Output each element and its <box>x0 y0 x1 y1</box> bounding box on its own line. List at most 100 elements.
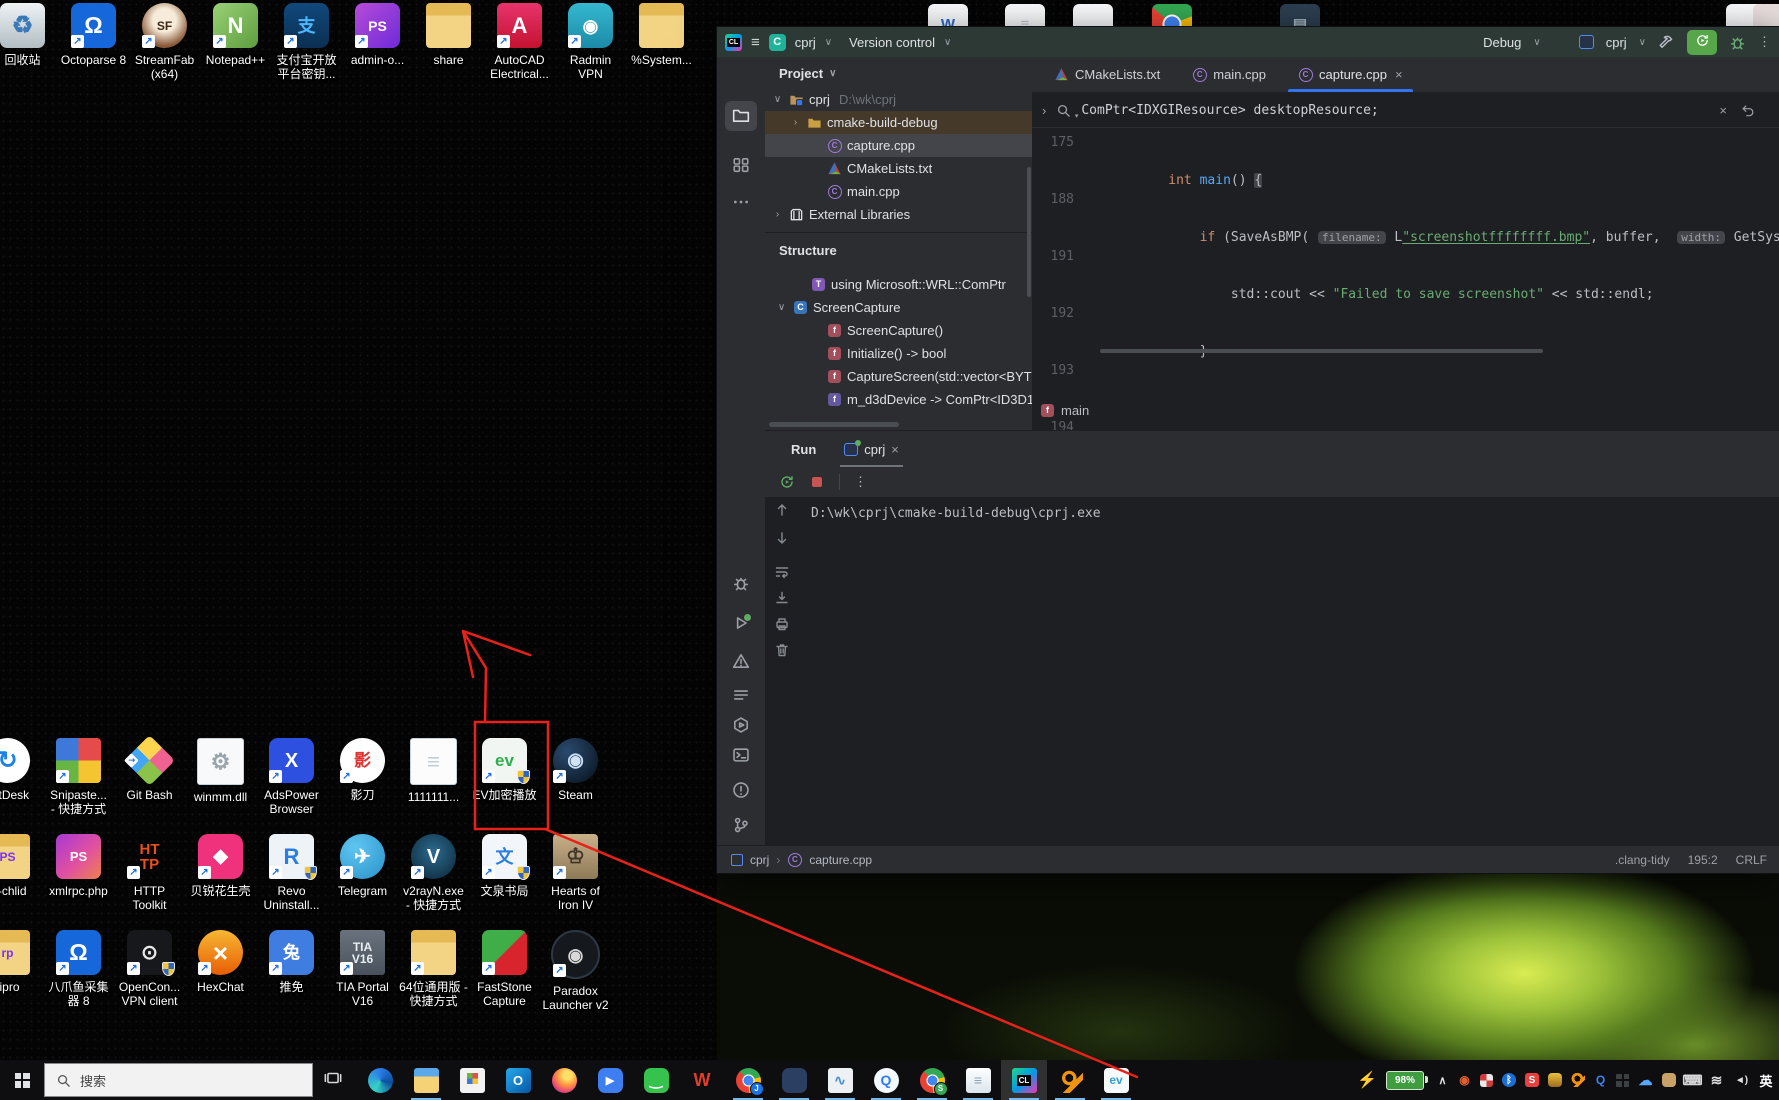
desktop-icon[interactable]: SF ↗ StreamFab (x64) <box>129 3 200 81</box>
desktop-icon[interactable]: TIA V16 ↗ TIA Portal V16 <box>327 930 398 1012</box>
tree-chevron[interactable]: › <box>789 117 802 128</box>
taskbar-app-button[interactable]: S <box>909 1060 955 1100</box>
project-selector[interactable]: cprj <box>795 35 816 50</box>
desktop-icon[interactable]: ♔ ↗ Hearts of Iron IV <box>540 834 611 912</box>
structure-horizontal-scrollbar[interactable] <box>769 422 899 427</box>
tree-row[interactable]: C capture.cpp <box>765 134 1032 157</box>
taskbar-app-button[interactable] <box>771 1060 817 1100</box>
taskbar-app-button[interactable] <box>357 1060 403 1100</box>
search-icon[interactable] <box>1056 103 1078 120</box>
desktop-icon[interactable]: ⚙ winmm.dll <box>185 738 256 816</box>
battery-indicator[interactable]: 98% <box>1386 1070 1428 1090</box>
status-widget[interactable]: 195:2 <box>1688 853 1718 867</box>
run-panel-title[interactable]: Run <box>791 442 816 457</box>
desktop-icon[interactable]: share <box>413 3 484 81</box>
main-menu-icon[interactable]: ≡ <box>751 34 760 51</box>
taskbar-app-button[interactable]: O <box>495 1060 541 1100</box>
rerun-button[interactable] <box>779 474 795 490</box>
debug-button[interactable] <box>1729 34 1746 51</box>
panel-vertical-scrollbar[interactable] <box>1027 167 1031 297</box>
tree-row[interactable]: C main.cpp <box>765 180 1032 203</box>
taskbar-app-button[interactable] <box>541 1060 587 1100</box>
toolstrip-icon[interactable] <box>725 609 757 639</box>
run-button[interactable] <box>1687 29 1717 55</box>
desktop-icon[interactable]: ◉ ↗ Steam <box>540 738 611 816</box>
structure-row[interactable]: f Initialize() -> bool <box>765 342 1032 365</box>
desktop-icon[interactable]: %System... <box>626 3 697 81</box>
close-tab-icon[interactable]: × <box>891 442 899 457</box>
console-gutter-icon[interactable] <box>774 616 791 633</box>
tray-icon[interactable]: ☁ <box>1638 1072 1653 1088</box>
desktop-icon[interactable]: ev ↗ EV加密播放 <box>469 738 540 816</box>
structure-row[interactable]: f ScreenCapture() <box>765 319 1032 342</box>
run-config-selector[interactable]: cprj <box>1606 35 1627 50</box>
tree-chevron[interactable]: ∨ <box>771 94 784 105</box>
desktop-icon[interactable]: ◉ ↗ Paradox Launcher v2 <box>540 930 611 1012</box>
taskbar-app-button[interactable]: CL <box>1001 1060 1047 1100</box>
desktop-icon[interactable]: ≡ 1111111... <box>398 738 469 816</box>
tray-icon[interactable] <box>1616 1073 1629 1087</box>
editor-tab[interactable]: C main.cpp <box>1180 57 1286 92</box>
tree-chevron[interactable]: › <box>771 209 784 220</box>
console-gutter-icon[interactable] <box>774 642 791 659</box>
tree-row[interactable]: CMakeLists.txt <box>765 157 1032 180</box>
desktop-icon[interactable]: PS ↗ admin-o... <box>342 3 413 81</box>
tree-row[interactable]: › cmake-build-debug <box>765 111 1032 134</box>
taskbar-app-button[interactable]: Q <box>863 1060 909 1100</box>
console-gutter-icon[interactable] <box>774 564 791 581</box>
desktop-icon[interactable]: Ω ↗ Octoparse 8 <box>58 3 129 81</box>
desktop-icon[interactable]: × ↗ HexChat <box>185 930 256 1012</box>
structure-panel-header[interactable]: Structure <box>765 239 1032 265</box>
structure-row[interactable]: f CaptureScreen(std::vector<BYTE>& <box>765 365 1032 388</box>
desktop-icon[interactable]: ↗ Snipaste... - 快捷方式 <box>43 738 114 816</box>
more-actions-icon[interactable]: ⋮ <box>1758 34 1771 50</box>
desktop-icon[interactable]: PS xmlrpc.php <box>43 834 114 912</box>
tray-icon[interactable]: ⌨ <box>1682 1072 1702 1088</box>
search-query[interactable]: ComPtr<IDXGIResource> desktopResource; <box>1081 103 1378 118</box>
desktop-icon[interactable]: ↗ 64位通用版 - 快捷方式 <box>398 930 469 1012</box>
desktop-icon[interactable]: ↗ FastStone Capture <box>469 930 540 1012</box>
toolstrip-icon[interactable] <box>725 569 757 599</box>
status-breadcrumb-file[interactable]: capture.cpp <box>809 853 872 867</box>
tray-icon[interactable]: ᛒ <box>1502 1073 1516 1087</box>
desktop-icon[interactable]: ↗ Git Bash <box>114 735 185 816</box>
desktop-icon[interactable]: 兔 ↗ 推免 <box>256 930 327 1012</box>
taskbar-app-button[interactable]: ∿ <box>817 1060 863 1100</box>
desktop-icon[interactable]: ↻ ↗ ustDesk <box>0 738 43 816</box>
desktop-icon[interactable]: Ω ↗ 八爪鱼采集 器 8 <box>43 930 114 1012</box>
history-icon[interactable] <box>1741 103 1755 117</box>
desktop-icon[interactable]: ♻ 回收站 <box>0 3 58 81</box>
build-hammer-icon[interactable] <box>1658 34 1675 51</box>
toolstrip-icon[interactable] <box>725 151 757 181</box>
desktop-icon[interactable]: V ↗ v2rayN.exe - 快捷方式 <box>398 834 469 912</box>
tray-icon[interactable] <box>1571 1073 1585 1087</box>
console-gutter-icon[interactable] <box>774 502 791 519</box>
taskbar-app-button[interactable] <box>1047 1060 1093 1100</box>
status-breadcrumb-project[interactable]: cprj <box>750 853 769 867</box>
console-gutter-icon[interactable] <box>774 530 791 547</box>
taskbar-search-input[interactable]: 搜索 <box>44 1063 313 1097</box>
tray-icon[interactable]: 英 <box>1759 1073 1773 1089</box>
toolstrip-icon[interactable] <box>725 741 757 771</box>
close-search-icon[interactable]: × <box>1719 103 1727 118</box>
toolstrip-icon[interactable] <box>725 681 757 711</box>
task-view-icon[interactable] <box>313 1060 353 1100</box>
toolstrip-icon[interactable] <box>725 776 757 806</box>
tray-icon[interactable]: ≋ <box>1709 1072 1724 1088</box>
start-button[interactable] <box>0 1060 44 1100</box>
stop-button[interactable] <box>809 474 825 490</box>
desktop-icon[interactable]: ◉ ↗ Radmin VPN <box>555 3 626 81</box>
editor-horizontal-scrollbar[interactable] <box>1100 349 1543 353</box>
desktop-icon[interactable]: N ↗ Notepad++ <box>200 3 271 81</box>
project-panel-header[interactable]: Project ∨ <box>765 57 1032 88</box>
taskbar-app-button[interactable]: W <box>679 1060 725 1100</box>
tray-icon[interactable] <box>1548 1073 1562 1087</box>
console-gutter-icon[interactable] <box>774 590 791 607</box>
desktop-icon[interactable]: ◆ ↗ 贝锐花生壳 <box>185 834 256 912</box>
tray-icon[interactable]: Q <box>1594 1073 1607 1087</box>
tree-row[interactable]: ∨ cprj D:\wk\cprj <box>765 88 1032 111</box>
close-tab-icon[interactable]: × <box>1395 67 1403 82</box>
structure-row[interactable]: T using Microsoft::WRL::ComPtr <box>765 273 1032 296</box>
desktop-icon[interactable]: rp ripro <box>0 930 43 1012</box>
desktop-icon[interactable]: PS hi-chlid <box>0 834 43 912</box>
